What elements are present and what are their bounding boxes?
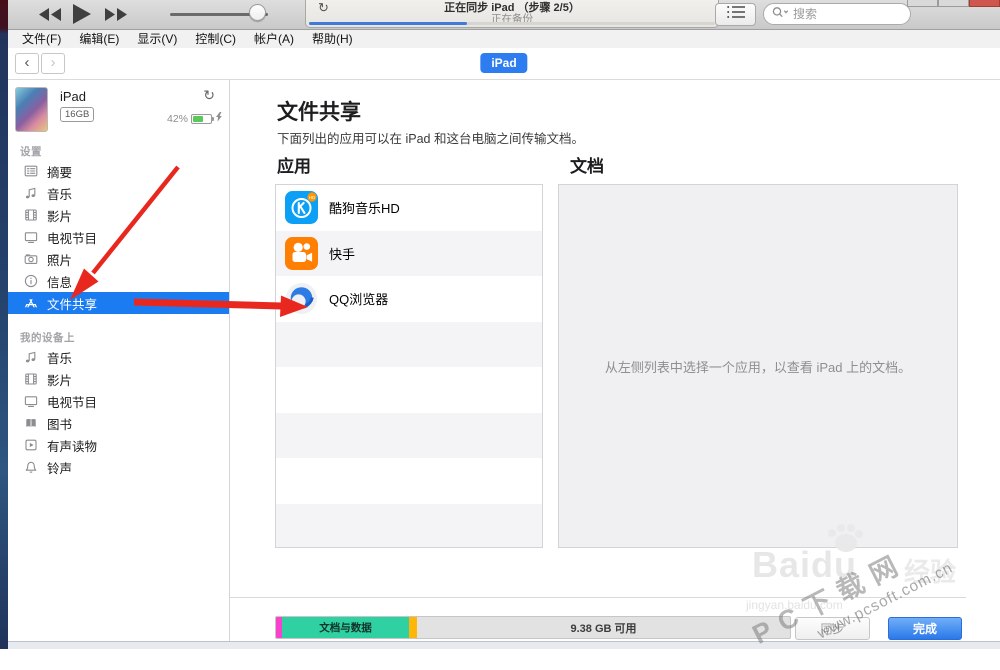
sidebar-item-movies[interactable]: 影片 — [8, 204, 229, 226]
main-content: 文件共享 下面列出的应用可以在 iPad 和这台电脑之间传输文档。 应用 文档 … — [230, 80, 1000, 641]
menu-controls[interactable]: 控制(C) — [186, 30, 245, 48]
sidebar-item-music[interactable]: 音乐 — [8, 182, 229, 204]
storage-segment-documents: 文档与数据 — [282, 617, 409, 638]
qq-browser-icon — [285, 282, 318, 315]
storage-segment-photos — [409, 617, 417, 638]
menu-edit[interactable]: 编辑(E) — [70, 30, 128, 48]
sync-progress-track — [309, 22, 715, 26]
search-field[interactable] — [763, 3, 911, 25]
bell-icon — [23, 459, 39, 475]
storage-bar: 文档与数据 9.38 GB 可用 — [275, 616, 791, 639]
storage-segment-free: 9.38 GB 可用 — [417, 617, 790, 638]
sidebar-item-books[interactable]: 图书 — [8, 412, 229, 434]
app-row-kuaishou[interactable]: 快手 — [276, 231, 542, 277]
sidebar-section-on-device: 我的设备上 — [8, 330, 229, 346]
menu-help[interactable]: 帮助(H) — [303, 30, 362, 48]
footer-divider — [230, 597, 966, 598]
info-icon — [23, 273, 39, 289]
menu-account[interactable]: 帐户(A) — [245, 30, 303, 48]
books-icon — [23, 415, 39, 431]
tv-icon — [23, 393, 39, 409]
sidebar-item-tones[interactable]: 铃声 — [8, 456, 229, 478]
view-switcher-button[interactable] — [715, 3, 756, 26]
camera-icon — [23, 251, 39, 267]
minimize-button[interactable] — [907, 0, 938, 7]
sidebar-item-audiobooks[interactable]: 有声读物 — [8, 434, 229, 456]
app-row-empty — [276, 322, 542, 368]
menu-view[interactable]: 显示(V) — [128, 30, 186, 48]
docs-column-header: 文档 — [570, 152, 604, 177]
sidebar-item-tv-shows[interactable]: 电视节目 — [8, 226, 229, 248]
music-note-icon — [23, 185, 39, 201]
sidebar-item-file-sharing[interactable]: 文件共享 — [8, 292, 229, 314]
done-button[interactable]: 完成 — [888, 617, 962, 640]
page-title: 文件共享 — [277, 96, 361, 126]
app-row-empty — [276, 504, 542, 549]
nav-bar: ‹ › iPad — [8, 48, 1000, 80]
close-button[interactable] — [969, 0, 1000, 7]
desktop-edge — [0, 0, 8, 649]
sidebar-item-device-movies[interactable]: 影片 — [8, 368, 229, 390]
sidebar: iPad 16GB ↻ 42% 设置 摘要 音乐 影片 电视节目 照片 — [8, 80, 230, 641]
sidebar-item-summary[interactable]: 摘要 — [8, 160, 229, 182]
menu-bar: 文件(F) 编辑(E) 显示(V) 控制(C) 帐户(A) 帮助(H) — [8, 30, 1000, 48]
app-row-qq-browser[interactable]: QQ浏览器 — [276, 276, 542, 322]
film-icon — [23, 207, 39, 223]
battery-status: 42% — [167, 110, 223, 128]
window-bottom-edge — [8, 641, 1000, 649]
audiobook-icon — [23, 437, 39, 453]
sync-button[interactable]: 同步 — [795, 617, 870, 640]
device-tab-ipad[interactable]: iPad — [480, 53, 527, 73]
film-icon — [23, 371, 39, 387]
battery-percent: 42% — [167, 113, 188, 125]
battery-icon — [191, 114, 212, 124]
list-view-icon — [726, 4, 746, 25]
documents-panel: 从左侧列表中选择一个应用，以查看 iPad 上的文档。 — [558, 184, 958, 548]
device-sync-icon[interactable]: ↻ — [203, 87, 215, 104]
device-capacity-badge: 16GB — [60, 107, 94, 122]
music-note-icon — [23, 349, 39, 365]
sidebar-item-photos[interactable]: 照片 — [8, 248, 229, 270]
sidebar-item-device-music[interactable]: 音乐 — [8, 346, 229, 368]
app-row-empty — [276, 367, 542, 413]
search-input[interactable] — [793, 7, 893, 21]
fast-forward-icon[interactable] — [104, 7, 128, 27]
documents-placeholder: 从左侧列表中选择一个应用，以查看 iPad 上的文档。 — [575, 357, 941, 376]
charging-bolt-icon — [215, 110, 223, 128]
kugou-music-icon: HD — [285, 191, 318, 224]
sidebar-section-settings: 设置 — [8, 144, 229, 160]
status-display: ↻ 正在同步 iPad （步骤 2/5） 正在备份 — [305, 0, 719, 28]
search-icon — [772, 5, 789, 23]
device-thumbnail — [15, 87, 48, 132]
sync-progress-fill — [309, 22, 467, 26]
volume-slider-knob[interactable] — [249, 4, 266, 21]
app-row-kugou[interactable]: HD 酷狗音乐HD — [276, 185, 542, 231]
sidebar-item-device-tv-shows[interactable]: 电视节目 — [8, 390, 229, 412]
play-icon[interactable] — [72, 3, 92, 30]
back-button[interactable]: ‹ — [15, 53, 39, 74]
summary-icon — [23, 163, 39, 179]
app-row-empty — [276, 413, 542, 459]
device-name: iPad — [60, 89, 86, 104]
menu-file[interactable]: 文件(F) — [13, 30, 70, 48]
sidebar-item-info[interactable]: 信息 — [8, 270, 229, 292]
tv-icon — [23, 229, 39, 245]
device-row: iPad 16GB ↻ 42% — [8, 80, 229, 138]
forward-button[interactable]: › — [41, 53, 65, 74]
apps-column-header: 应用 — [277, 152, 311, 177]
kuaishou-icon — [285, 237, 318, 270]
app-store-icon — [23, 295, 39, 311]
app-row-empty — [276, 458, 542, 504]
maximize-button[interactable] — [938, 0, 969, 7]
apps-list: HD 酷狗音乐HD 快手 QQ浏览器 — [275, 184, 543, 548]
toolbar: ↻ 正在同步 iPad （步骤 2/5） 正在备份 — [8, 0, 1000, 30]
svg-text:HD: HD — [309, 195, 316, 200]
window-controls — [907, 0, 1000, 7]
page-description: 下面列出的应用可以在 iPad 和这台电脑之间传输文档。 — [277, 128, 584, 147]
rewind-icon[interactable] — [38, 7, 62, 27]
